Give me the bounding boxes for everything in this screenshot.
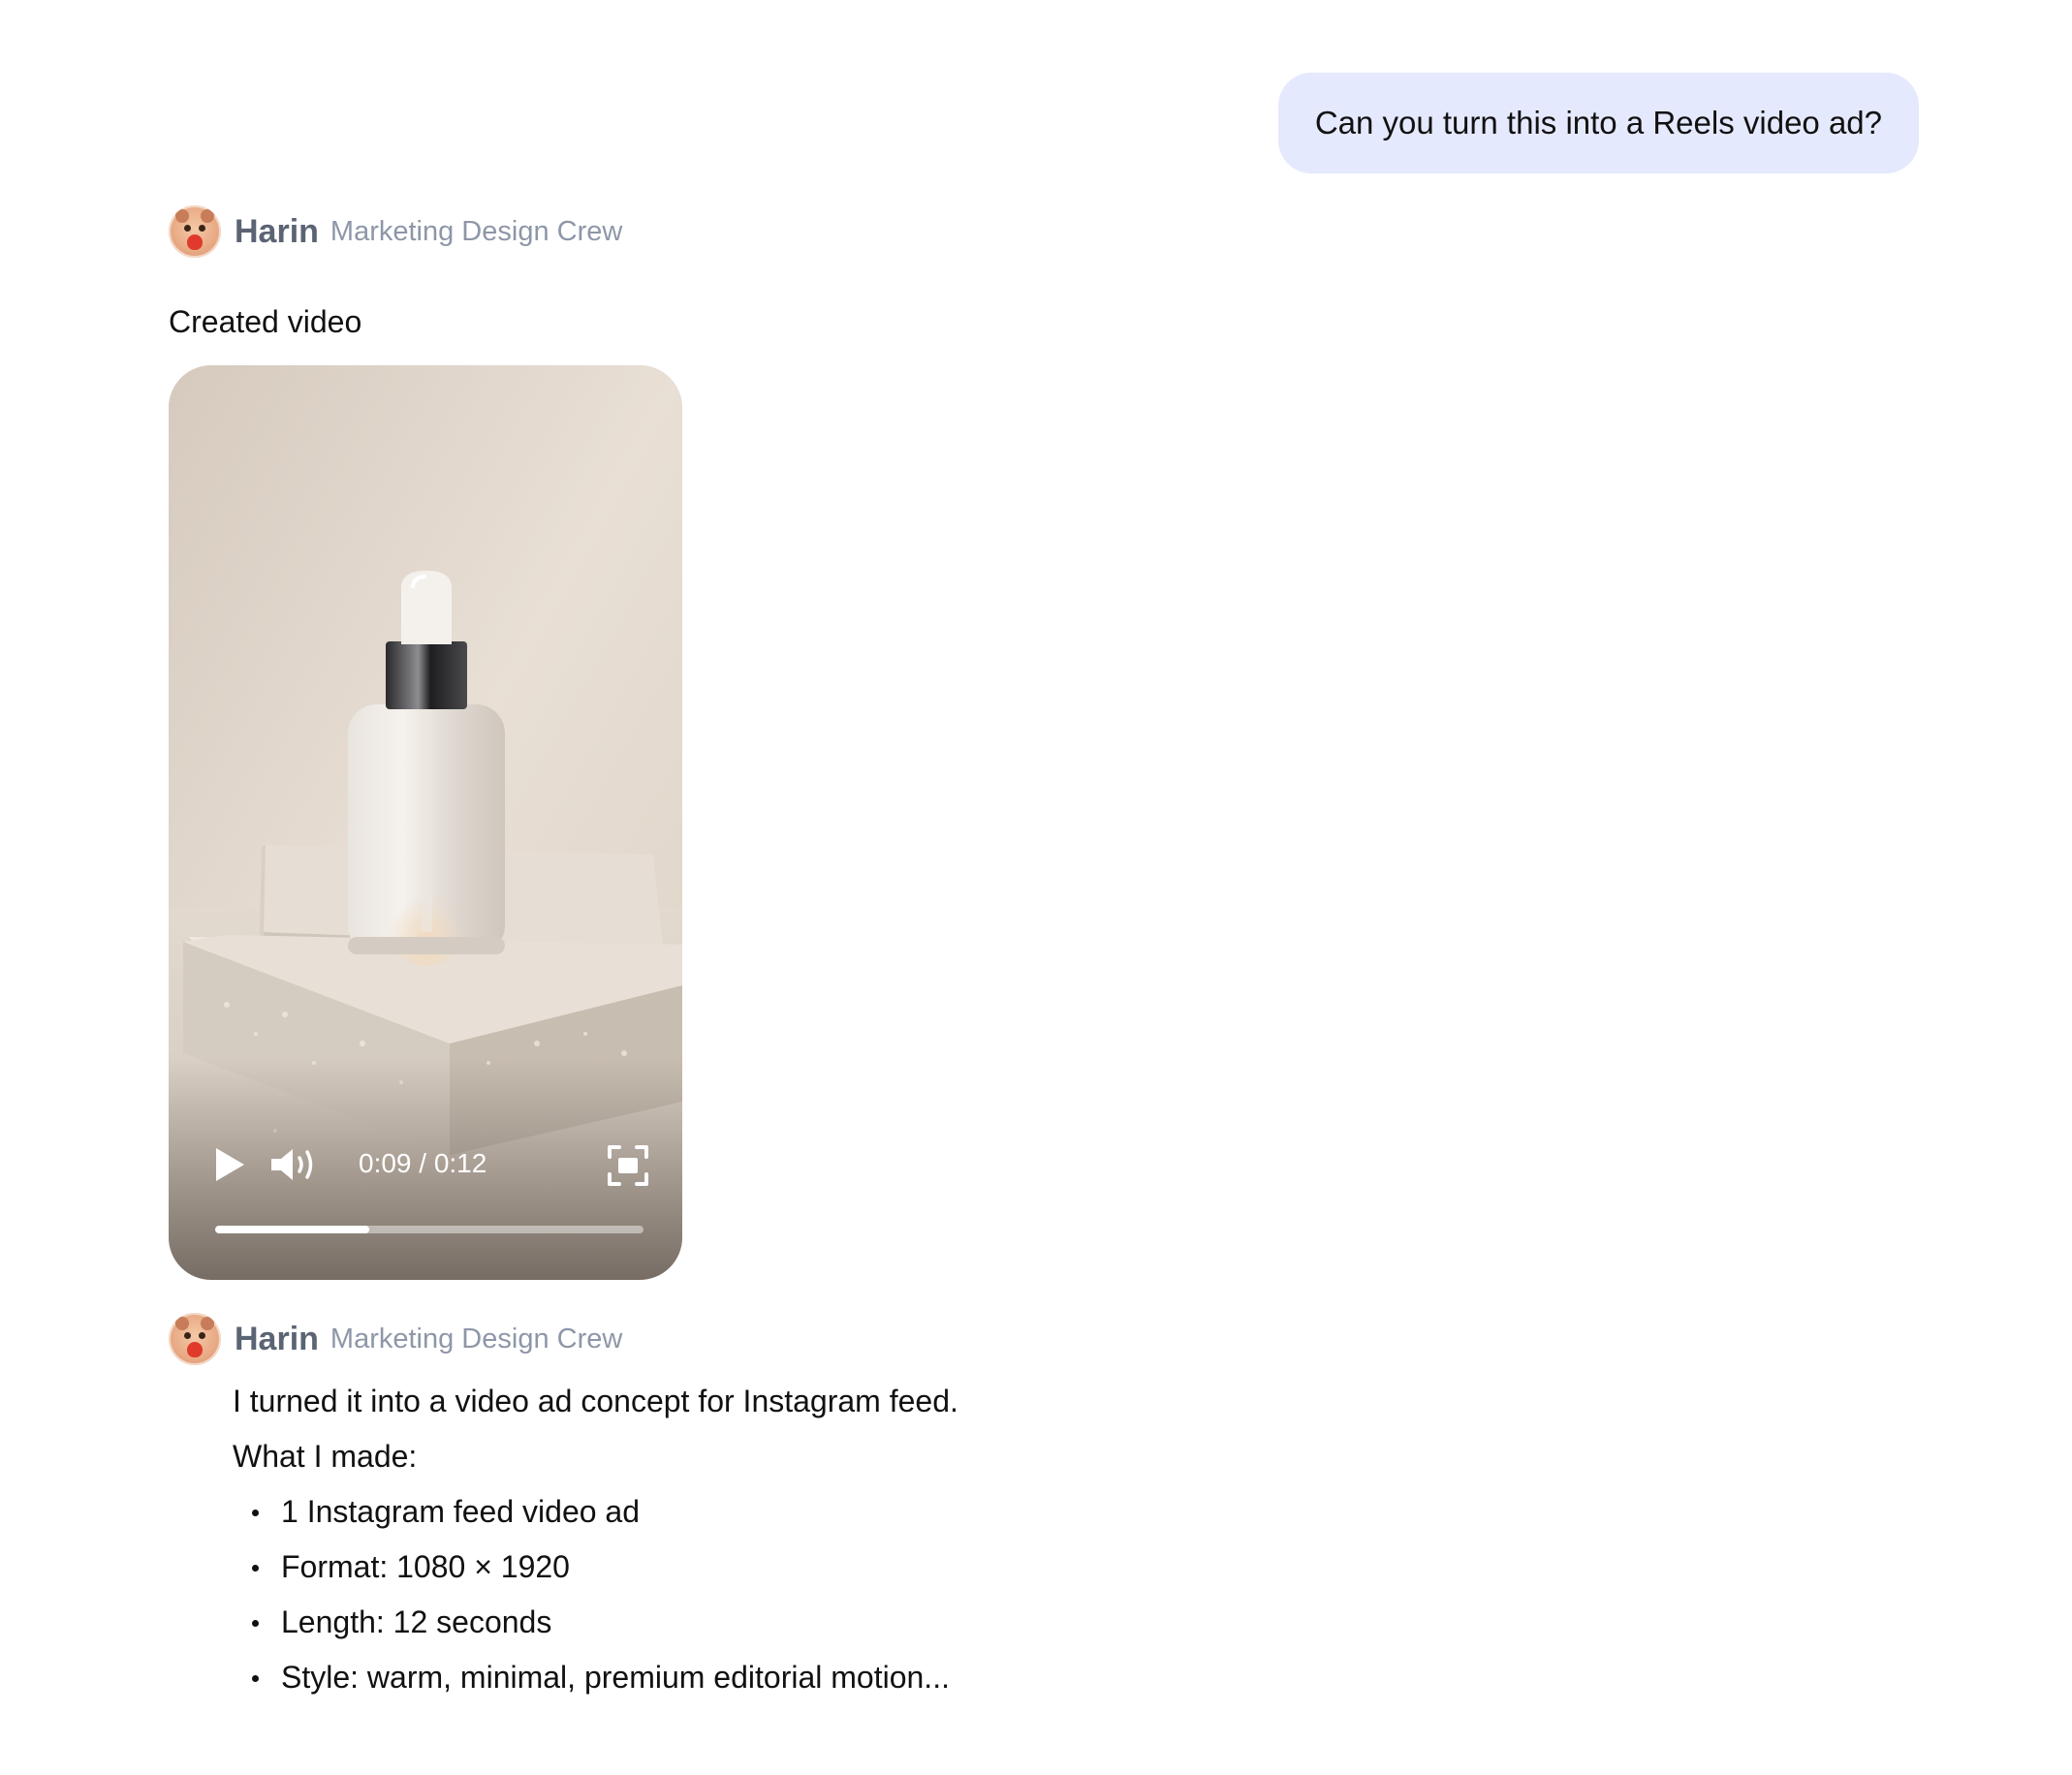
video-time: 0:09 / 0:12 [359,1148,487,1178]
response-list-heading: What I made: [233,1439,418,1474]
video-progress-fill [215,1226,370,1233]
agent-team: Marketing Design Crew [330,1323,623,1355]
response-list: 1 Instagram feed video ad Format: 1080 ×… [233,1484,958,1705]
list-item: Style: warm, minimal, premium editorial … [233,1650,958,1705]
list-item: 1 Instagram feed video ad [233,1484,958,1540]
list-item: Format: 1080 × 1920 [233,1540,958,1595]
created-video-label: Created video [169,304,362,339]
volume-icon [271,1149,313,1180]
video-player[interactable]: 0:09 / 0:12 [169,365,682,1280]
agent-header: Harin Marketing Design Crew [169,205,622,258]
video-controls: 0:09 / 0:12 [169,1140,682,1189]
agent-response: I turned it into a video ad concept for … [233,1374,958,1705]
user-message-text: Can you turn this into a Reels video ad? [1314,105,1882,140]
agent-name: Harin [235,212,319,250]
play-icon [216,1148,244,1181]
volume-button[interactable] [269,1146,320,1183]
agent-avatar [169,1313,221,1365]
user-message-bubble: Can you turn this into a Reels video ad? [1277,73,1919,173]
agent-header: Harin Marketing Design Crew [169,1313,622,1365]
video-progress-bar[interactable] [215,1226,644,1233]
fullscreen-icon [608,1145,648,1186]
list-item: Length: 12 seconds [233,1595,958,1650]
agent-name: Harin [235,1320,319,1357]
fullscreen-button[interactable] [607,1144,649,1187]
play-button[interactable] [213,1146,246,1183]
agent-team: Marketing Design Crew [330,215,623,247]
chat-page: Can you turn this into a Reels video ad?… [0,0,2072,1775]
agent-avatar [169,205,221,258]
response-intro: I turned it into a video ad concept for … [233,1384,958,1418]
